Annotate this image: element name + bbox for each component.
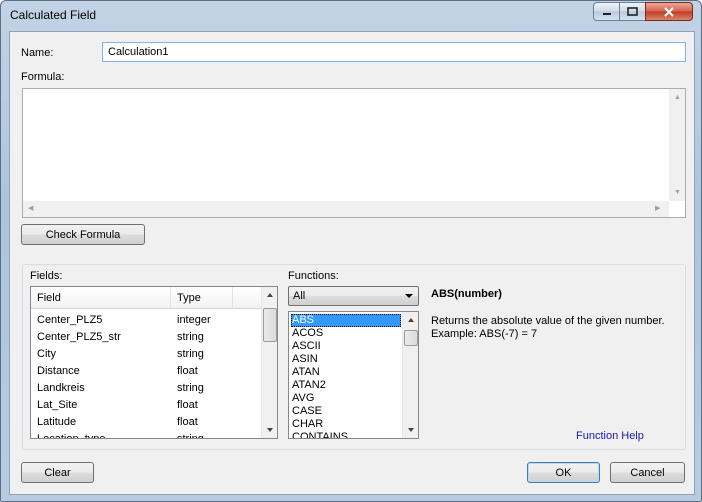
field-name: Landkreis xyxy=(37,382,85,394)
field-name: Location_type xyxy=(37,433,106,439)
title-bar[interactable]: Calculated Field xyxy=(1,1,701,31)
field-name: Latitude xyxy=(37,416,77,428)
table-row[interactable]: Lat_Site float xyxy=(31,397,261,414)
scroll-down-icon[interactable] xyxy=(262,422,277,438)
functions-list[interactable]: ABS ACOS ASCII ASIN ATAN ATAN2 AVG CASE … xyxy=(288,311,419,439)
function-description: Returns the absolute value of the given … xyxy=(431,315,665,340)
list-item[interactable]: ASCII xyxy=(291,340,401,353)
calculated-field-dialog: Calculated Field Name: Formula: ▲ ▼ ◀ ▶ … xyxy=(0,0,702,502)
close-button[interactable] xyxy=(645,2,693,21)
field-name: City xyxy=(37,348,56,360)
function-signature: ABS(number) xyxy=(431,288,502,300)
fields-scrollbar[interactable] xyxy=(261,287,277,438)
field-type: float xyxy=(177,399,198,411)
table-row[interactable]: City string xyxy=(31,346,261,363)
maximize-icon xyxy=(627,7,638,16)
field-name: Center_PLZ5_str xyxy=(37,331,121,343)
list-item[interactable]: CONTAINS xyxy=(291,431,401,438)
column-header-type[interactable]: Type xyxy=(171,287,233,309)
scroll-up-icon[interactable] xyxy=(403,312,418,328)
scroll-left-icon[interactable]: ◀ xyxy=(28,205,33,213)
functions-scrollbar[interactable] xyxy=(402,312,418,438)
field-type: string xyxy=(177,348,204,360)
clear-button[interactable]: Clear xyxy=(21,462,94,483)
function-help-link[interactable]: Function Help xyxy=(576,430,644,442)
table-row[interactable]: Distance float xyxy=(31,363,261,380)
field-type: string xyxy=(177,433,204,439)
window-title: Calculated Field xyxy=(10,8,97,22)
table-row[interactable]: Center_PLZ5 integer xyxy=(31,312,261,329)
fields-table-header: Field Type xyxy=(31,287,261,309)
close-icon xyxy=(664,6,674,17)
table-row[interactable]: Latitude float xyxy=(31,414,261,431)
formula-vertical-scrollbar[interactable]: ▲ ▼ xyxy=(669,89,685,201)
formula-horizontal-scrollbar[interactable]: ◀ ▶ xyxy=(23,201,669,217)
field-type: float xyxy=(177,365,198,377)
functions-filter-dropdown[interactable]: All xyxy=(288,286,419,306)
scroll-down-icon[interactable] xyxy=(403,422,418,438)
dialog-body: Name: Formula: ▲ ▼ ◀ ▶ Check Formula Fie… xyxy=(9,31,695,495)
name-input[interactable] xyxy=(102,42,686,62)
formula-editor[interactable]: ▲ ▼ ◀ ▶ xyxy=(22,88,686,218)
field-type: float xyxy=(177,416,198,428)
minimize-button[interactable] xyxy=(593,2,620,21)
scroll-up-icon[interactable]: ▲ xyxy=(674,94,681,102)
field-name: Distance xyxy=(37,365,80,377)
scroll-down-icon[interactable]: ▼ xyxy=(674,189,681,197)
fields-list[interactable]: Field Type Center_PLZ5 integer Center_PL… xyxy=(30,286,278,439)
scrollbar-thumb[interactable] xyxy=(263,308,277,342)
field-type: string xyxy=(177,331,204,343)
maximize-button[interactable] xyxy=(619,2,646,21)
list-item[interactable]: AVG xyxy=(291,392,401,405)
ok-button[interactable]: OK xyxy=(527,462,600,483)
list-item[interactable]: CASE xyxy=(291,405,401,418)
table-row[interactable]: Center_PLZ5_str string xyxy=(31,329,261,346)
field-name: Center_PLZ5 xyxy=(37,314,103,326)
list-item[interactable]: ABS xyxy=(291,314,401,327)
formula-label: Formula: xyxy=(21,71,65,83)
list-item[interactable]: ASIN xyxy=(291,353,401,366)
cancel-button[interactable]: Cancel xyxy=(610,462,685,483)
name-label: Name: xyxy=(21,47,54,59)
column-header-field[interactable]: Field xyxy=(31,287,171,309)
scroll-right-icon[interactable]: ▶ xyxy=(655,205,660,213)
field-name: Lat_Site xyxy=(37,399,78,411)
fields-label: Fields: xyxy=(30,270,63,282)
functions-label: Functions: xyxy=(288,270,339,282)
scrollbar-thumb[interactable] xyxy=(404,330,418,346)
list-item[interactable]: ACOS xyxy=(291,327,401,340)
list-item[interactable]: ATAN xyxy=(291,366,401,379)
minimize-icon xyxy=(602,12,611,15)
list-item[interactable]: CHAR xyxy=(291,418,401,431)
functions-filter-value: All xyxy=(293,290,306,302)
scroll-up-icon[interactable] xyxy=(262,287,277,303)
chevron-down-icon xyxy=(405,294,413,298)
table-row[interactable]: Landkreis string xyxy=(31,380,261,397)
check-formula-button[interactable]: Check Formula xyxy=(21,224,145,245)
table-row[interactable]: Location_type string xyxy=(31,431,261,439)
list-item[interactable]: ATAN2 xyxy=(291,379,401,392)
field-type: string xyxy=(177,382,204,394)
field-type: integer xyxy=(177,314,211,326)
